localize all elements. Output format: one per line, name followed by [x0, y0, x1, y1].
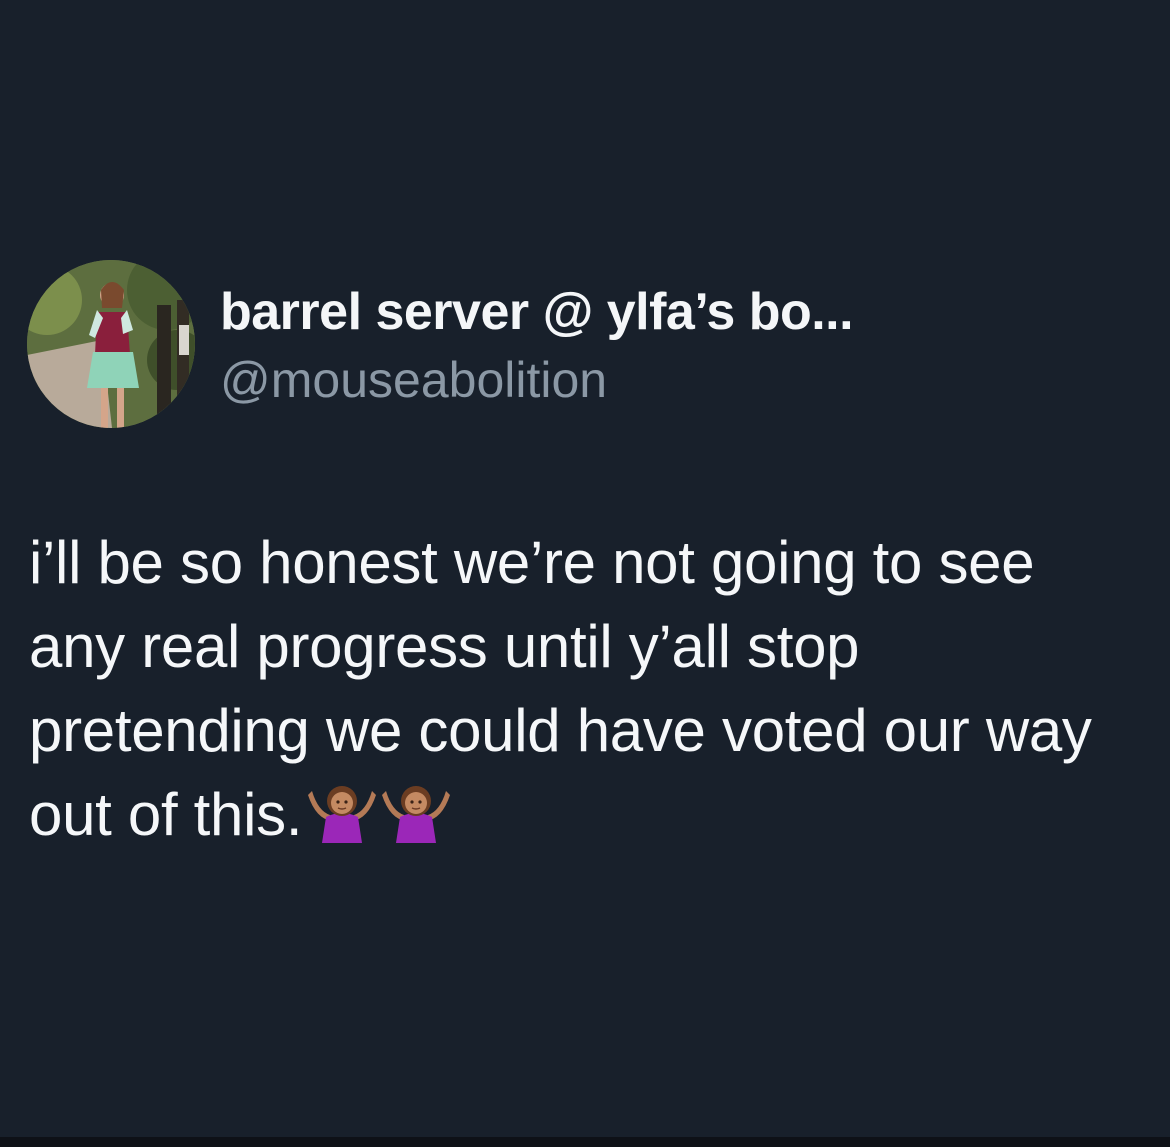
bottom-edge: [0, 1137, 1170, 1147]
author-display-name[interactable]: barrel server @ ylfa’s bo...: [220, 282, 854, 342]
avatar[interactable]: [27, 260, 195, 428]
tweet-body: i’ll be so honest we’re not going to see…: [29, 521, 1139, 857]
author-handle[interactable]: @mouseabolition: [220, 350, 607, 410]
avatar-photo: [27, 260, 195, 428]
person-shrugging-icon: [308, 781, 377, 843]
person-shrugging-icon: [382, 781, 451, 843]
tweet-screenshot: barrel server @ ylfa’s bo... @mouseaboli…: [0, 0, 1170, 1147]
tweet-text: i’ll be so honest we’re not going to see…: [29, 529, 1092, 848]
